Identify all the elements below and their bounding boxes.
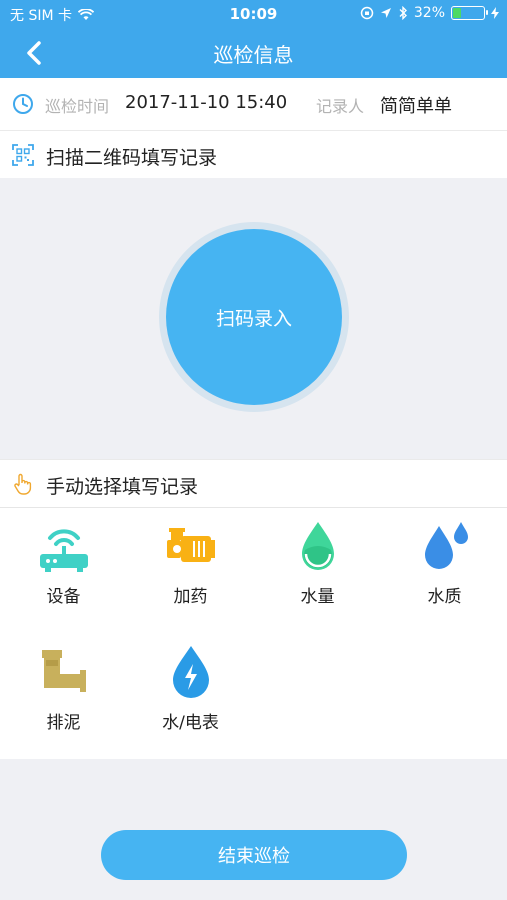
item-water-electric-meter[interactable]: 水/电表	[127, 634, 254, 754]
recorder-label: 记录人	[316, 97, 365, 116]
manual-items-grid: 设备 加药 水量 水质 排泥 水/电表	[0, 507, 507, 759]
pipe-icon	[41, 650, 86, 692]
location-icon	[380, 8, 391, 18]
inspection-time-value: 2017-11-10 15:40	[125, 92, 288, 113]
item-sludge-discharge[interactable]: 排泥	[0, 634, 127, 754]
item-label: 水质	[427, 587, 462, 607]
item-dosing[interactable]: 加药	[127, 508, 254, 628]
recorder-value: 简简单单	[380, 96, 452, 117]
battery-percent: 32%	[413, 5, 445, 21]
inspection-time-label: 巡检时间	[45, 97, 110, 116]
item-label: 加药	[173, 587, 208, 607]
manual-section-header: 手动选择填写记录	[0, 459, 507, 507]
item-label: 设备	[46, 587, 81, 607]
scan-section-title: 扫描二维码填写记录	[46, 147, 218, 169]
battery-fill	[453, 8, 462, 18]
item-equipment[interactable]: 设备	[0, 508, 127, 628]
clock-icon	[13, 94, 33, 114]
item-label: 排泥	[46, 713, 81, 733]
nav-bar: 巡检信息	[0, 28, 507, 78]
bluetooth-icon	[399, 6, 407, 20]
router-icon	[39, 529, 88, 572]
scan-section-header: 扫描二维码填写记录	[0, 130, 507, 178]
battery-icon	[451, 6, 488, 20]
inspection-info-row: 巡检时间 2017-11-10 15:40 记录人 简简单单	[0, 78, 507, 130]
water-drops-icon	[424, 522, 468, 569]
water-drop-icon	[301, 522, 334, 570]
status-right: 32%	[360, 5, 499, 21]
pump-icon	[166, 528, 215, 562]
item-water-quality[interactable]: 水质	[381, 508, 507, 628]
item-label: 水量	[300, 587, 335, 607]
water-electric-icon	[172, 646, 209, 698]
manual-section-title: 手动选择填写记录	[46, 476, 199, 498]
rotation-lock-icon	[360, 6, 374, 20]
status-bar: 无 SIM 卡 10:09 32%	[0, 0, 507, 28]
page-title: 巡检信息	[213, 43, 294, 67]
end-inspection-button[interactable]: 结束巡检	[101, 830, 407, 880]
scan-area: 扫码录入	[0, 178, 507, 458]
scan-entry-button[interactable]: 扫码录入	[166, 229, 342, 405]
item-label: 水/电表	[162, 713, 219, 733]
qr-scan-icon	[12, 144, 34, 166]
hand-pointer-icon	[14, 473, 32, 495]
item-water-volume[interactable]: 水量	[254, 508, 381, 628]
charging-icon	[491, 7, 499, 19]
